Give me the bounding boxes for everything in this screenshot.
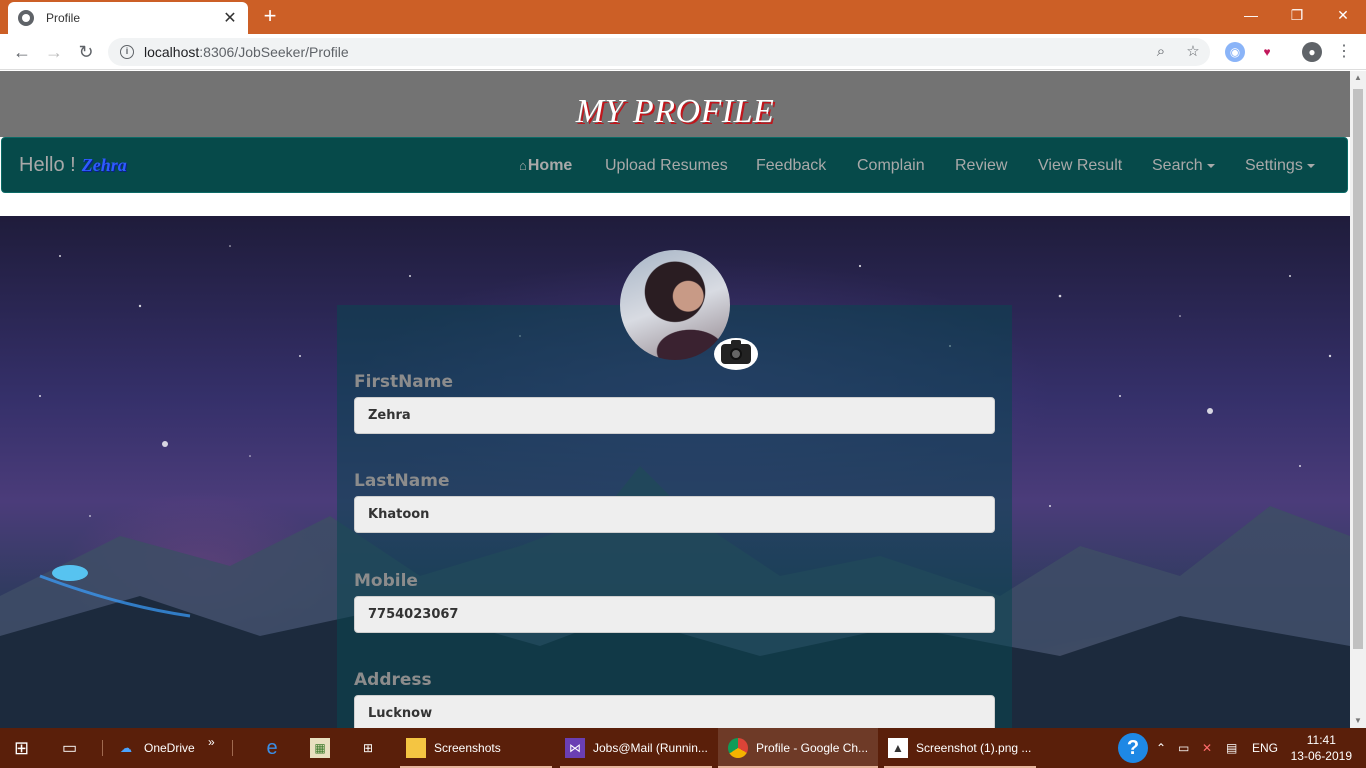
toolbar-chevron[interactable]: »: [208, 722, 215, 762]
mobile-input[interactable]: 7754023067: [354, 596, 995, 633]
battery-icon[interactable]: ▭: [1178, 728, 1189, 768]
tab-close-icon[interactable]: ✕: [222, 8, 238, 28]
help-icon[interactable]: ?: [1118, 728, 1156, 768]
new-tab-button[interactable]: +: [258, 4, 282, 28]
browser-toolbar: ← → ↻ i localhost:8306/JobSeeker/Profile…: [0, 34, 1366, 70]
nav-home[interactable]: ⌂Home: [519, 157, 572, 175]
nav-feedback[interactable]: Feedback: [756, 157, 826, 175]
address-label: Address: [354, 670, 432, 690]
reload-icon[interactable]: ↻: [74, 40, 98, 64]
firstname-label: FirstName: [354, 372, 454, 392]
scroll-thumb[interactable]: [1353, 89, 1363, 649]
home-icon: ⌂: [519, 158, 527, 173]
spreadsheet-app-icon[interactable]: ▦: [310, 728, 338, 768]
minimize-button[interactable]: —: [1228, 0, 1274, 30]
nav-search-dropdown[interactable]: Search: [1152, 157, 1215, 175]
profile-header: MY PROFILE: [0, 71, 1350, 137]
scroll-down-arrow-icon[interactable]: ▼: [1350, 714, 1366, 728]
chrome-icon: [728, 738, 748, 758]
nav-view-result[interactable]: View Result: [1038, 157, 1122, 175]
caret-down-icon: [1206, 163, 1215, 168]
tab-title: Profile: [46, 11, 81, 25]
page-title: MY PROFILE: [575, 93, 775, 130]
browser-tab-profile[interactable]: Profile ✕: [8, 2, 248, 34]
url-path: :8306/JobSeeker/Profile: [199, 44, 349, 60]
scroll-up-arrow-icon[interactable]: ▲: [1350, 71, 1366, 85]
taskbar-visual-studio-label: Jobs@Mail (Runnin...: [593, 741, 708, 755]
close-window-button[interactable]: ✕: [1320, 0, 1366, 30]
taskbar-screenshots-label: Screenshots: [434, 741, 501, 755]
tray-chevron-icon[interactable]: ⌃: [1156, 728, 1166, 768]
taskbar-photos-label: Screenshot (1).png ...: [916, 741, 1032, 755]
menu-kebab-icon[interactable]: ⋮: [1334, 42, 1354, 62]
taskbar-onedrive-label: OneDrive: [144, 741, 195, 755]
greeting-username: Zehra: [81, 155, 127, 175]
system-clock[interactable]: 11:41 13-06-2019: [1291, 732, 1352, 764]
vertical-scrollbar[interactable]: ▲ ▼: [1350, 71, 1366, 728]
page-viewport: MY PROFILE Hello ! Zehra ⌂Home Upload Res…: [0, 71, 1350, 728]
network-icon[interactable]: ✕: [1202, 728, 1212, 768]
extension-icon[interactable]: ◉: [1225, 42, 1245, 62]
caret-down-icon: [1306, 163, 1315, 168]
back-arrow-icon[interactable]: ←: [10, 40, 34, 64]
zoom-icon[interactable]: ⌕: [1150, 38, 1172, 66]
clock-date: 13-06-2019: [1290, 749, 1352, 763]
info-icon[interactable]: i: [120, 45, 134, 59]
taskbar-photos[interactable]: ▲ Screenshot (1).png ...: [888, 728, 1031, 768]
camera-icon[interactable]: [714, 338, 758, 370]
account-icon[interactable]: ●: [1302, 42, 1322, 62]
globe-icon: [18, 10, 34, 26]
cloud-icon: ☁: [120, 741, 132, 755]
nav-search-label: Search: [1152, 157, 1203, 174]
taskbar-screenshots[interactable]: Screenshots: [406, 728, 501, 768]
greeting: Hello ! Zehra: [19, 154, 127, 177]
lastname-label: LastName: [354, 471, 450, 491]
store-icon[interactable]: ⊞: [358, 728, 386, 768]
address-bar[interactable]: i localhost:8306/JobSeeker/Profile ⌕ ☆: [108, 38, 1210, 66]
nav-complain[interactable]: Complain: [857, 157, 925, 175]
lastname-input[interactable]: Khatoon: [354, 496, 995, 533]
greeting-prefix: Hello !: [19, 154, 76, 176]
edge-icon[interactable]: e: [262, 728, 290, 768]
folder-icon: [406, 738, 426, 758]
clock-time: 11:41: [1306, 733, 1336, 747]
nav-settings-dropdown[interactable]: Settings: [1245, 157, 1315, 175]
visual-studio-icon: ⋈: [565, 738, 585, 758]
forward-arrow-icon[interactable]: →: [42, 40, 66, 64]
profile-photo[interactable]: [620, 250, 730, 360]
taskbar-chrome-label: Profile - Google Ch...: [756, 741, 869, 755]
nav-settings-label: Settings: [1245, 157, 1303, 174]
windows-start-icon[interactable]: ⊞: [14, 728, 29, 768]
nav-home-label: Home: [527, 157, 573, 174]
site-navbar: Hello ! Zehra ⌂Home Upload Resumes Feedba…: [1, 137, 1348, 193]
notification-icon[interactable]: ▤: [1226, 728, 1237, 768]
taskbar-onedrive[interactable]: ☁ OneDrive: [116, 728, 195, 768]
restore-button[interactable]: ❐: [1274, 0, 1320, 30]
mobile-label: Mobile: [354, 571, 418, 591]
bookmark-star-icon[interactable]: ☆: [1182, 38, 1204, 66]
url-host: localhost: [144, 44, 200, 60]
language-indicator[interactable]: ENG: [1252, 728, 1278, 768]
taskbar-chrome[interactable]: Profile - Google Ch...: [728, 728, 868, 768]
nav-upload-resumes[interactable]: Upload Resumes: [605, 157, 728, 175]
image-icon: ▲: [888, 738, 908, 758]
extension-heart-icon[interactable]: ♥: [1257, 42, 1277, 62]
browser-tab-strip: Profile ✕ + — ❐ ✕: [0, 0, 1366, 34]
nav-review[interactable]: Review: [955, 157, 1007, 175]
address-input[interactable]: Lucknow: [354, 695, 995, 728]
task-view-icon[interactable]: ▭: [62, 728, 77, 768]
firstname-input[interactable]: Zehra: [354, 397, 995, 434]
taskbar-visual-studio[interactable]: ⋈ Jobs@Mail (Runnin...: [565, 728, 708, 768]
windows-taskbar: ⊞ ▭ ☁ OneDrive » e ▦ ⊞ Screenshots ⋈ Job…: [0, 728, 1366, 768]
